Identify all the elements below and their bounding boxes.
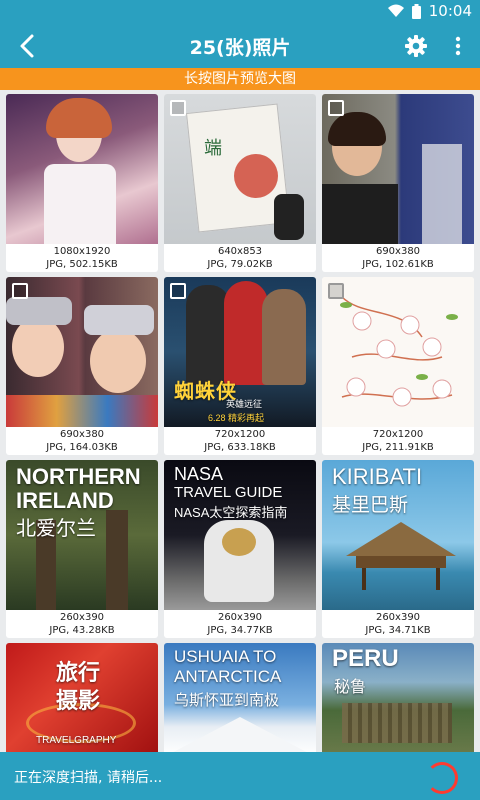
loading-spinner-icon	[426, 762, 458, 794]
photo-card[interactable]: 端 640x853 JPG, 79.02KB	[164, 94, 316, 272]
photo-info: JPG, 34.71KB	[365, 625, 431, 636]
more-options-icon[interactable]	[450, 34, 466, 58]
wifi-icon	[387, 4, 404, 17]
overlay-caption: 北爱尔兰	[16, 518, 96, 540]
overlay-subtitle: 摄影	[56, 688, 101, 713]
photo-card[interactable]: 旅行 摄影 TRAVELGRAPHY	[6, 643, 158, 755]
photo-card[interactable]: 1080x1920 JPG, 502.15KB	[6, 94, 158, 272]
scan-status-bar: 正在深度扫描, 请稍后...	[0, 752, 480, 800]
photo-select-checkbox[interactable]	[328, 283, 344, 299]
photo-thumbnail	[322, 277, 474, 427]
overlay-caption: 基里巴斯	[332, 495, 409, 516]
photo-info: JPG, 502.15KB	[46, 259, 118, 270]
photo-select-checkbox[interactable]	[12, 283, 28, 299]
photo-meta: 640x853 JPG, 79.02KB	[164, 244, 316, 272]
photo-meta: 1080x1920 JPG, 502.15KB	[6, 244, 158, 272]
overlay-title: PERU	[332, 645, 399, 672]
photo-card[interactable]: NASA TRAVEL GUIDE NASA太空探索指南 260x390 JPG…	[164, 460, 316, 638]
photo-thumbnail: PERU 秘鲁	[322, 643, 474, 755]
photo-thumbnail: KIRIBATI 基里巴斯	[322, 460, 474, 610]
poster-date: 6.28 精彩再起	[208, 413, 265, 423]
overlay-caption: NASA太空探索指南	[174, 505, 288, 520]
overlay-subtitle: ANTARCTICA	[174, 667, 282, 686]
photo-dimensions: 690x380	[59, 429, 105, 440]
photo-thumbnail: NASA TRAVEL GUIDE NASA太空探索指南	[164, 460, 316, 610]
photo-card[interactable]: 690x380 JPG, 102.61KB	[322, 94, 474, 272]
photo-meta: 260x390 JPG, 34.71KB	[322, 610, 474, 638]
hint-banner: 长按图片预览大图	[0, 68, 480, 90]
photo-card[interactable]: 690x380 JPG, 164.03KB	[6, 277, 158, 455]
photo-card[interactable]: PERU 秘鲁	[322, 643, 474, 755]
app-bar: 25(张)照片	[0, 24, 480, 68]
photo-info: JPG, 633.18KB	[204, 442, 276, 453]
photo-dimensions: 720x1200	[214, 429, 266, 440]
photo-thumbnail	[6, 277, 158, 427]
photo-info: JPG, 79.02KB	[207, 259, 273, 270]
photo-dimensions: 720x1200	[372, 429, 424, 440]
photo-thumbnail	[6, 94, 158, 244]
photo-thumbnail: 端	[164, 94, 316, 244]
photo-info: JPG, 211.91KB	[362, 442, 434, 453]
photo-thumbnail: USHUAIA TO ANTARCTICA 乌斯怀亚到南极	[164, 643, 316, 755]
photo-dimensions: 640x853	[217, 246, 263, 257]
photo-card[interactable]: NORTHERN IRELAND 北爱尔兰 260x390 JPG, 43.28…	[6, 460, 158, 638]
photo-meta: 690x380 JPG, 164.03KB	[6, 427, 158, 455]
photo-thumbnail	[322, 94, 474, 244]
photo-card[interactable]: 蜘蛛侠 英雄远征 6.28 精彩再起 720x1200 JPG, 633.18K…	[164, 277, 316, 455]
photo-dimensions: 260x390	[375, 612, 421, 623]
overlay-caption: 乌斯怀亚到南极	[174, 692, 280, 709]
overlay-title: KIRIBATI	[332, 464, 423, 489]
photo-meta: 690x380 JPG, 102.61KB	[322, 244, 474, 272]
photo-info: JPG, 164.03KB	[46, 442, 118, 453]
photo-dimensions: 1080x1920	[53, 246, 111, 257]
overlay-caption: TRAVELGRAPHY	[36, 735, 117, 746]
photo-select-checkbox[interactable]	[170, 100, 186, 116]
photo-thumbnail: NORTHERN IRELAND 北爱尔兰	[6, 460, 158, 610]
doodle-illustration	[340, 296, 458, 407]
photo-thumbnail: 旅行 摄影 TRAVELGRAPHY	[6, 643, 158, 755]
overlay-title: NORTHERN	[16, 464, 141, 489]
gear-icon[interactable]	[404, 34, 428, 58]
photo-info: JPG, 34.77KB	[207, 625, 273, 636]
overlay-title: USHUAIA TO	[174, 647, 277, 666]
photo-select-checkbox[interactable]	[170, 283, 186, 299]
photo-card[interactable]: KIRIBATI 基里巴斯 260x390 JPG, 34.71KB	[322, 460, 474, 638]
scan-status-text: 正在深度扫描, 请稍后...	[14, 770, 163, 786]
overlay-caption: 秘鲁	[334, 679, 367, 696]
photo-dimensions: 690x380	[375, 246, 421, 257]
photo-info: JPG, 43.28KB	[49, 625, 115, 636]
photo-card[interactable]: 720x1200 JPG, 211.91KB	[322, 277, 474, 455]
photo-dimensions: 260x390	[59, 612, 105, 623]
photo-thumbnail: 蜘蛛侠 英雄远征 6.28 精彩再起	[164, 277, 316, 427]
photo-meta: 720x1200 JPG, 211.91KB	[322, 427, 474, 455]
overlay-title: NASA	[174, 464, 224, 484]
overlay-subtitle: IRELAND	[16, 488, 114, 513]
photo-meta: 260x390 JPG, 43.28KB	[6, 610, 158, 638]
photo-card[interactable]: USHUAIA TO ANTARCTICA 乌斯怀亚到南极	[164, 643, 316, 755]
poster-subtitle: 英雄远征	[226, 399, 263, 409]
photo-meta: 720x1200 JPG, 633.18KB	[164, 427, 316, 455]
photo-meta: 260x390 JPG, 34.77KB	[164, 610, 316, 638]
photo-select-checkbox[interactable]	[328, 100, 344, 116]
battery-icon	[411, 3, 421, 19]
status-time: 10:04	[428, 2, 472, 20]
status-bar: 10:04	[0, 0, 480, 24]
photo-dimensions: 260x390	[217, 612, 263, 623]
overlay-subtitle: TRAVEL GUIDE	[174, 484, 283, 501]
photo-info: JPG, 102.61KB	[362, 259, 434, 270]
